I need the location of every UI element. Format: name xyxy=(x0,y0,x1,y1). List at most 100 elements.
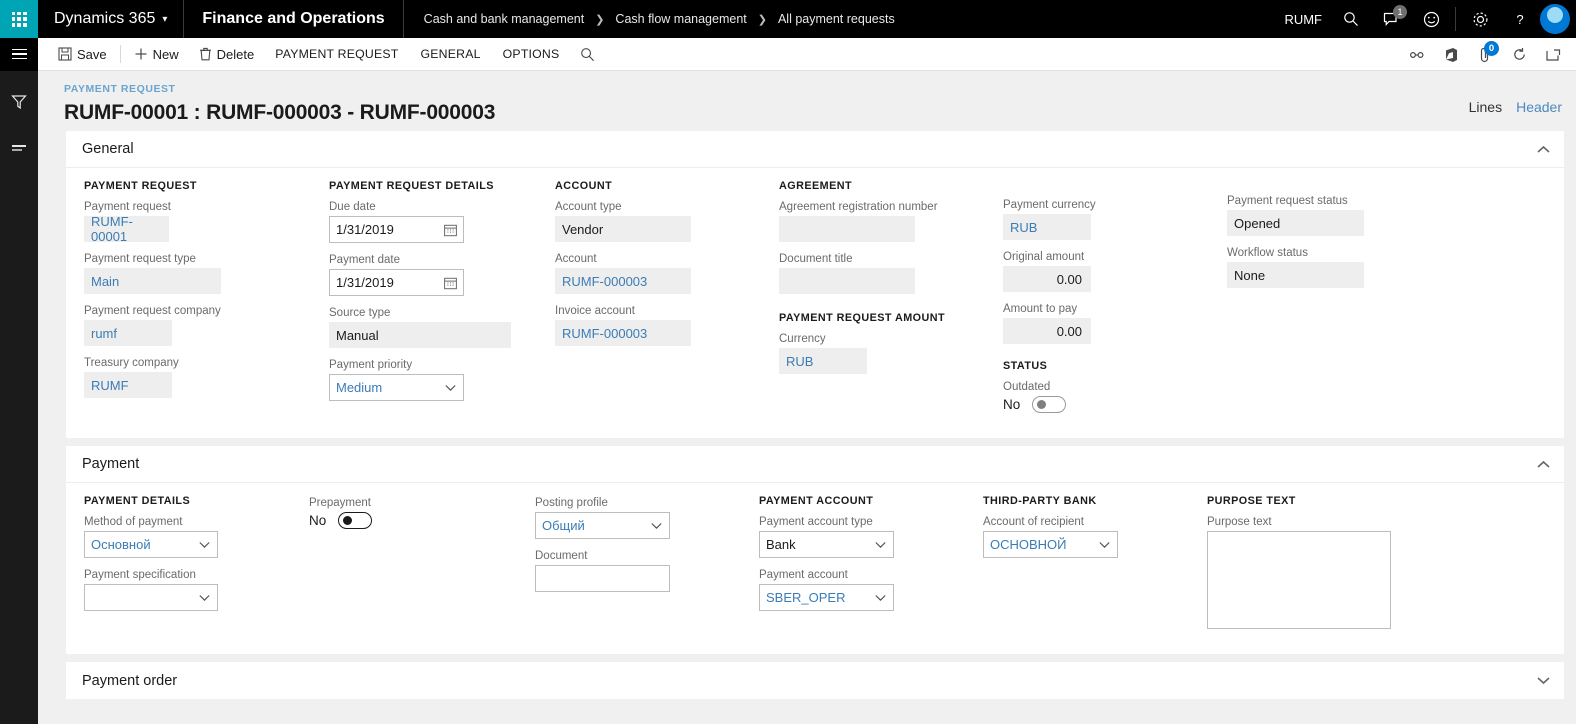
section-general-header[interactable]: General xyxy=(66,131,1564,168)
field-label: Payment date xyxy=(329,254,400,266)
field-value[interactable]: RUMF-000003 xyxy=(555,268,691,294)
toggle-value-label: No xyxy=(309,513,327,528)
calendar-icon[interactable] xyxy=(444,223,457,236)
notification-badge: 1 xyxy=(1393,5,1407,19)
field-value[interactable]: RUMF-000003 xyxy=(555,320,691,346)
navigation-menu-button[interactable] xyxy=(0,37,38,71)
field-value[interactable] xyxy=(779,216,915,242)
field-value[interactable]: RUB xyxy=(779,348,867,374)
section-payment-header[interactable]: Payment xyxy=(66,446,1564,483)
document-input[interactable] xyxy=(535,565,670,592)
due-date-input[interactable]: 1/31/2019 xyxy=(329,216,464,243)
field-label: Method of payment xyxy=(84,516,183,528)
field-label: Purpose text xyxy=(1207,516,1272,528)
payment-date-input[interactable]: 1/31/2019 xyxy=(329,269,464,296)
tab-general[interactable]: GENERAL xyxy=(410,38,492,71)
link-icon[interactable] xyxy=(1402,38,1432,71)
refresh-icon[interactable] xyxy=(1504,38,1534,71)
search-icon[interactable] xyxy=(1331,0,1371,38)
field-value[interactable]: rumf xyxy=(84,320,172,346)
field-label: Account xyxy=(555,253,597,265)
chevron-up-icon[interactable] xyxy=(1537,446,1550,483)
section-payment-order-title: Payment order xyxy=(82,672,178,689)
breadcrumb-separator-icon: ❯ xyxy=(757,13,767,26)
open-in-new-window-icon[interactable] xyxy=(1538,38,1568,71)
field-value[interactable]: RUMF xyxy=(84,372,172,398)
toggle-knob xyxy=(343,516,353,525)
field-value: Opened xyxy=(1227,210,1364,236)
group-title: PURPOSE TEXT xyxy=(1207,495,1296,507)
breadcrumb-item-2[interactable]: All payment requests xyxy=(778,12,895,26)
breadcrumb-item-1[interactable]: Cash flow management xyxy=(615,12,746,26)
method-of-payment-select[interactable]: Основной xyxy=(84,531,218,558)
field-agreement-registration-number: Agreement registration number xyxy=(779,201,985,242)
posting-profile-select[interactable]: Общий xyxy=(535,512,670,539)
lines-list-icon[interactable] xyxy=(8,137,30,159)
field-label: Currency xyxy=(779,333,826,345)
group-title: PAYMENT DETAILS xyxy=(84,495,191,507)
field-posting-profile: Posting profile Общий xyxy=(535,497,741,539)
save-button[interactable]: Save xyxy=(48,38,117,71)
page-header: PAYMENT REQUEST RUMF-00001 : RUMF-000003… xyxy=(38,71,1576,131)
chevron-down-icon xyxy=(875,594,886,601)
breadcrumb-item-0[interactable]: Cash and bank management xyxy=(424,12,585,26)
feedback-icon[interactable] xyxy=(1411,0,1451,38)
attachment-count-badge: 0 xyxy=(1484,41,1499,56)
view-header-link[interactable]: Header xyxy=(1516,99,1562,115)
divider xyxy=(1455,7,1456,31)
attachments-icon[interactable]: 0 xyxy=(1470,38,1500,71)
field-payment-request-type: Payment request type Main xyxy=(84,253,311,294)
help-icon[interactable]: ? xyxy=(1500,0,1540,38)
field-label: Due date xyxy=(329,201,376,213)
chevron-up-icon[interactable] xyxy=(1537,131,1550,168)
field-value[interactable]: RUMF-00001 xyxy=(84,214,169,244)
breadcrumb-separator-icon: ❯ xyxy=(595,13,605,26)
chevron-down-icon[interactable] xyxy=(1537,662,1550,699)
field-value: SBER_OPER xyxy=(766,590,846,605)
section-payment-order-header[interactable]: Payment order xyxy=(66,662,1564,699)
tab-options[interactable]: OPTIONS xyxy=(492,38,571,71)
save-label: Save xyxy=(77,46,107,62)
new-button[interactable]: New xyxy=(124,38,189,71)
payment-column-posting: Posting profile Общий Document xyxy=(517,495,741,640)
field-value[interactable]: RUB xyxy=(1003,214,1091,240)
command-search-icon[interactable] xyxy=(570,38,605,71)
divider xyxy=(119,45,121,63)
filter-icon[interactable] xyxy=(8,91,30,113)
field-label: Document xyxy=(535,550,588,562)
account-of-recipient-select[interactable]: ОСНОВНОЙ xyxy=(983,531,1118,558)
field-label: Payment request type xyxy=(84,253,196,265)
tab-payment-request[interactable]: PAYMENT REQUEST xyxy=(264,38,409,71)
payment-account-select[interactable]: SBER_OPER xyxy=(759,584,894,611)
prepayment-toggle-row: No xyxy=(309,512,517,529)
section-payment-order: Payment order xyxy=(66,662,1564,699)
payment-account-type-select[interactable]: Bank xyxy=(759,531,894,558)
prepayment-toggle[interactable] xyxy=(338,512,373,529)
field-value[interactable] xyxy=(779,268,915,294)
field-value: 1/31/2019 xyxy=(336,275,394,290)
general-column-account: ACCOUNT Account type Vendor Account RUMF… xyxy=(537,180,761,424)
payment-column-third-party-bank: THIRD-PARTY BANK Account of recipient ОС… xyxy=(965,495,1189,640)
payment-specification-select[interactable] xyxy=(84,584,218,611)
outdated-toggle[interactable] xyxy=(1032,396,1067,413)
payment-priority-select[interactable]: Medium xyxy=(329,374,464,401)
company-label[interactable]: RUMF xyxy=(1275,0,1331,38)
chevron-down-icon: ▾ xyxy=(162,13,168,25)
view-lines-link[interactable]: Lines xyxy=(1469,99,1502,115)
field-amount-to-pay: Amount to pay 0.00 xyxy=(1003,303,1209,344)
field-payment-account-type: Payment account type Bank xyxy=(759,516,965,558)
brand-menu[interactable]: Dynamics 365 ▾ xyxy=(38,0,185,38)
field-value[interactable]: Main xyxy=(84,268,221,294)
office-icon[interactable] xyxy=(1436,38,1466,71)
avatar[interactable] xyxy=(1540,4,1570,34)
delete-button[interactable]: Delete xyxy=(189,38,265,71)
calendar-icon[interactable] xyxy=(444,276,457,289)
settings-icon[interactable] xyxy=(1460,0,1500,38)
notifications-icon[interactable]: 1 xyxy=(1371,0,1411,38)
field-label: Outdated xyxy=(1003,381,1051,393)
field-workflow-status: Workflow status None xyxy=(1227,247,1409,288)
top-right-actions: RUMF 1 ? xyxy=(1275,0,1576,38)
payment-column-prepayment: Prepayment No xyxy=(291,495,517,640)
app-launcher-button[interactable] xyxy=(0,0,38,38)
purpose-text-input[interactable] xyxy=(1207,531,1391,629)
